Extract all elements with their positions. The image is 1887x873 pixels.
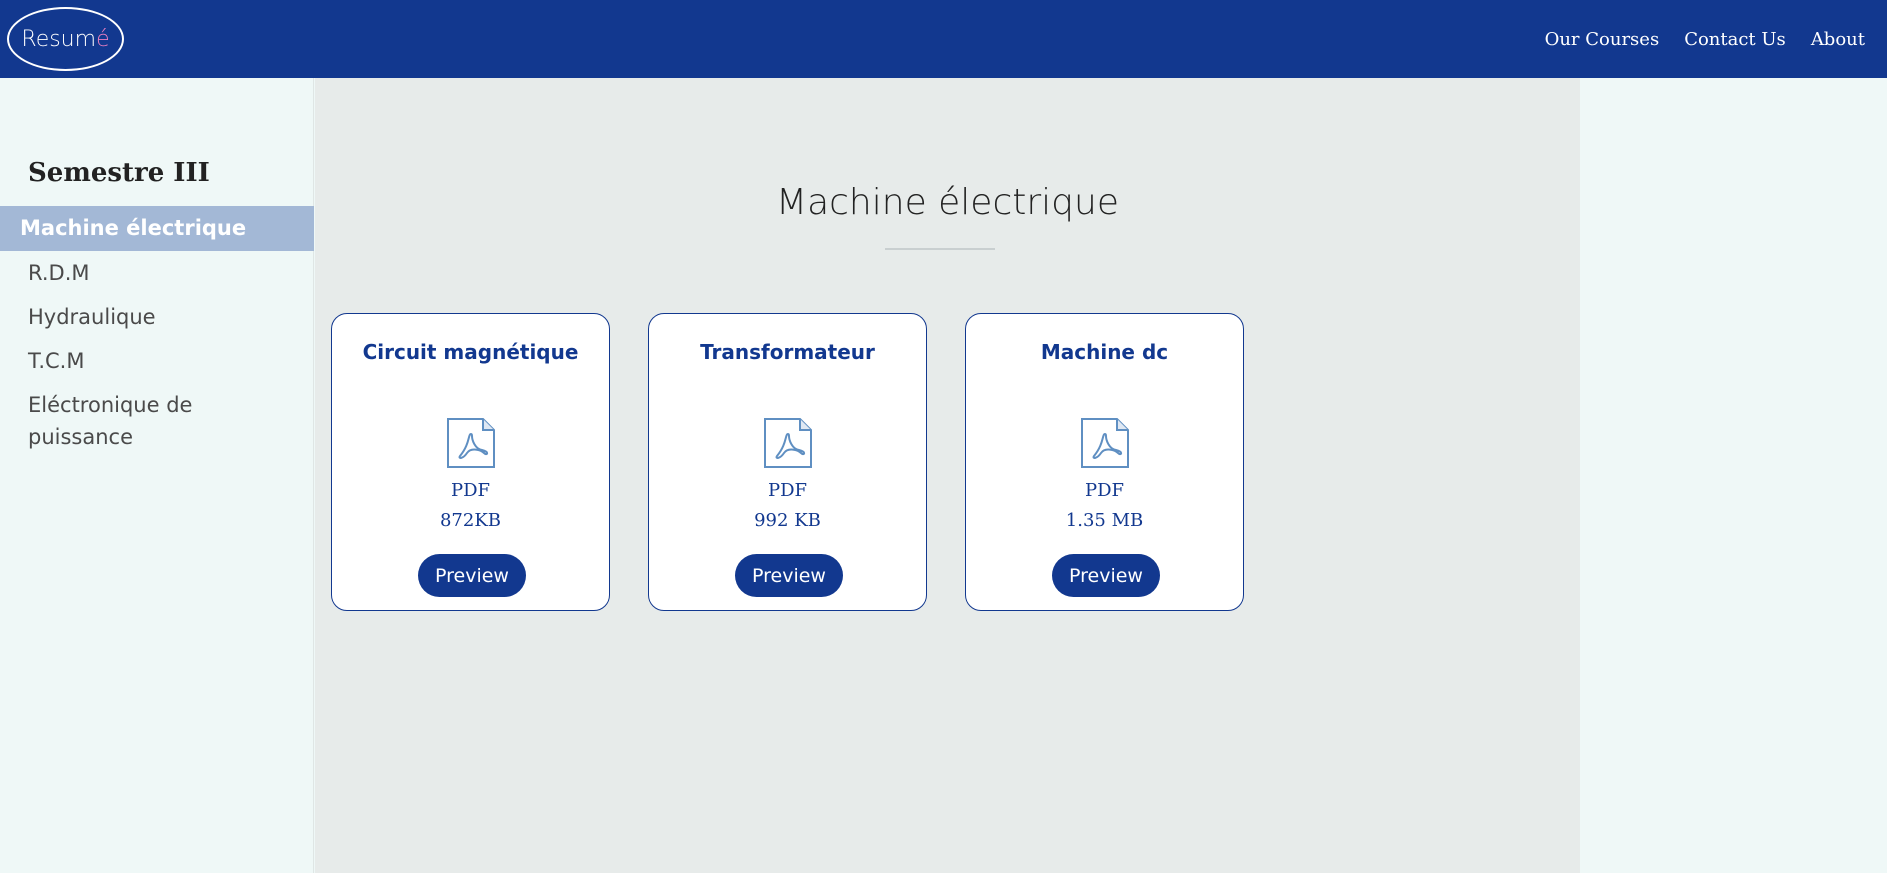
file-size: 992 KB — [754, 510, 821, 531]
sidebar-item-machine-electrique[interactable]: Machine électrique — [0, 206, 314, 251]
course-card-circuit-magnetique: Circuit magnétique PDF 872KB Preview — [331, 313, 610, 611]
sidebar-list: Machine électrique R.D.M Hydraulique T.C… — [0, 206, 314, 459]
title-divider — [885, 248, 995, 250]
file-type: PDF — [767, 480, 808, 501]
preview-button[interactable]: Preview — [1052, 554, 1160, 597]
course-card-transformateur: Transformateur PDF 992 KB Preview — [648, 313, 927, 611]
brand-logo[interactable]: Resum é — [7, 7, 124, 71]
logo-accent: é — [96, 26, 110, 52]
sidebar: Semestre III Machine électrique R.D.M Hy… — [0, 78, 314, 873]
preview-button[interactable]: Preview — [418, 554, 526, 597]
sidebar-item-electronique-de-puissance[interactable]: Eléctronique de puissance — [0, 383, 314, 459]
top-navbar: Resum é Our Courses Contact Us About — [0, 0, 1887, 78]
nav-about[interactable]: About — [1811, 29, 1865, 50]
pdf-file-icon — [1081, 418, 1129, 468]
main-content: Machine électrique Circuit magnétique PD… — [315, 78, 1580, 873]
course-card-machine-dc: Machine dc PDF 1.35 MB Preview — [965, 313, 1244, 611]
sidebar-item-rdm[interactable]: R.D.M — [0, 251, 314, 295]
nav-contact-us[interactable]: Contact Us — [1684, 29, 1786, 50]
file-type: PDF — [1084, 480, 1125, 501]
card-title: Circuit magnétique — [362, 340, 579, 364]
pdf-file-icon — [447, 418, 495, 468]
sidebar-item-hydraulique[interactable]: Hydraulique — [0, 295, 314, 339]
right-empty-area — [1580, 78, 1887, 873]
pdf-file-icon — [764, 418, 812, 468]
page-title: Machine électrique — [776, 182, 1119, 223]
file-type: PDF — [450, 480, 491, 501]
file-size: 1.35 MB — [1065, 510, 1144, 531]
main-nav: Our Courses Contact Us About — [1545, 0, 1865, 78]
card-title: Machine dc — [1040, 340, 1169, 364]
nav-our-courses[interactable]: Our Courses — [1545, 29, 1660, 50]
file-size: 872KB — [439, 510, 502, 531]
sidebar-heading: Semestre III — [28, 158, 210, 188]
sidebar-item-tcm[interactable]: T.C.M — [0, 339, 314, 383]
preview-button[interactable]: Preview — [735, 554, 843, 597]
logo-text: Resum — [21, 26, 97, 52]
card-title: Transformateur — [700, 340, 875, 364]
